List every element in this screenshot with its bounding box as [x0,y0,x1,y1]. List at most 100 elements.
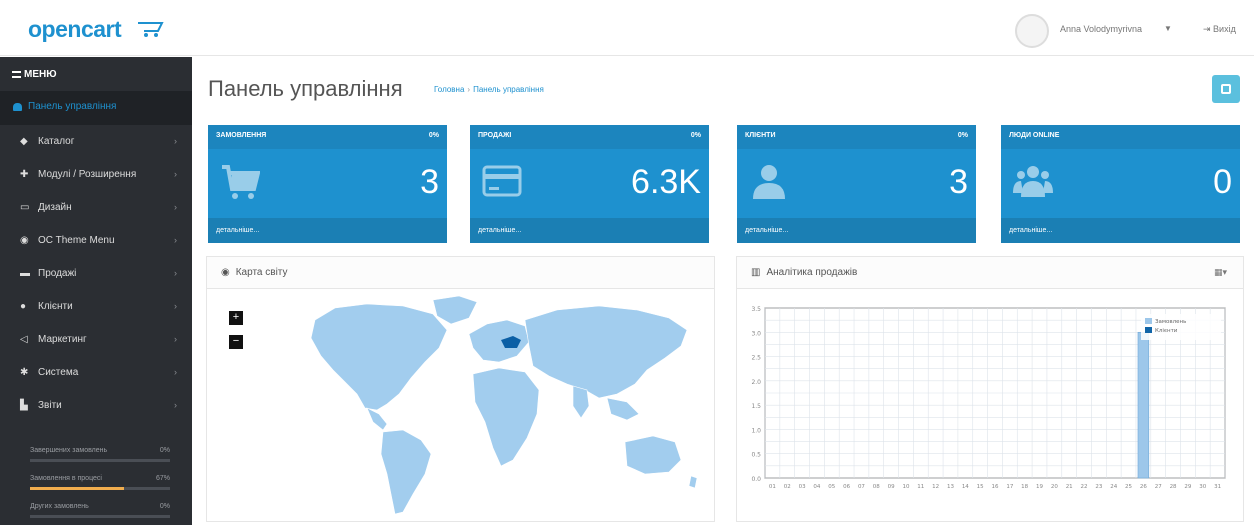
chart-y-tick-label: 2.0 [751,379,761,386]
chart-x-tick-label: 27 [1155,484,1162,490]
calendar-dropdown-icon[interactable]: ▦▾ [1214,267,1227,278]
stat-progress-bar [30,487,170,490]
logout-link[interactable]: ⇥ Вихід [1203,24,1236,35]
tile-percent: 0% [957,132,968,139]
world-map[interactable] [207,290,716,522]
asia-region [524,305,688,399]
sidebar-item-label: Каталог [38,136,75,147]
sidebar-item-8[interactable]: ✱ Система › [0,356,192,389]
user-name[interactable]: Anna Volodymyrivna [1060,24,1142,34]
stat-progress-fill [30,487,124,490]
tile-value: 0 [1213,163,1232,201]
southeast-asia-region [606,397,640,421]
sidebar-item-label: OC Theme Menu [38,235,115,246]
chart-x-tick-label: 24 [1110,484,1117,490]
chart-legend-label: Замовлень [1155,319,1186,325]
sidebar-item-1[interactable]: ◆ Каталог › [0,125,192,158]
logo-cart-icon [138,22,164,37]
chart-x-tick-label: 02 [784,484,791,490]
breadcrumb-current[interactable]: Панель управління [473,85,544,94]
chart-x-tick-label: 11 [917,484,924,490]
users-icon [1013,166,1053,197]
logout-label: Вихід [1213,24,1236,34]
tile-value: 3 [420,163,439,201]
sidebar-item-4[interactable]: ◉ OC Theme Menu › [0,224,192,257]
sidebar-item-dashboard[interactable]: Панель управління [0,91,192,125]
settings-button[interactable] [1212,75,1240,103]
opencart-logo[interactable]: opencart [28,16,122,43]
chart-x-tick-label: 25 [1125,484,1132,490]
chart-panel-title: Аналітика продажів [766,267,858,278]
tile-percent: 0% [428,132,439,139]
user-icon: ● [20,301,27,312]
india-region [572,385,590,419]
chart-legend-label: Клієнти [1155,328,1178,334]
sidebar-item-6[interactable]: ● Клієнти › [0,290,192,323]
tags-icon: ◆ [20,136,28,147]
tile-details-link[interactable]: детальніше... [737,218,976,243]
chart-x-tick-label: 05 [828,484,835,490]
breadcrumb-home[interactable]: Головна [434,85,464,94]
tile-title: ЛЮДИ ONLINE [1009,132,1060,139]
tile-header: ПРОДАЖІ 0% [470,125,709,149]
sidebar-item-2[interactable]: ✚ Модулі / Розширення › [0,158,192,191]
chevron-right-icon: › [174,400,177,410]
south-america-region [380,429,432,515]
chart-legend-swatch [1145,318,1152,324]
sidebar-item-7[interactable]: ◁ Маркетинг › [0,323,192,356]
chevron-right-icon: › [174,301,177,311]
sign-out-icon: ⇥ [1203,24,1214,34]
chart-x-tick-label: 16 [992,484,999,490]
chart-x-tick-label: 28 [1170,484,1177,490]
stat-label: Других замовлень [30,503,89,510]
chart-x-tick-label: 26 [1140,484,1147,490]
menu-bars-icon [12,70,21,78]
tile-details-link[interactable]: детальніше... [208,218,447,243]
user-avatar[interactable] [1015,14,1049,48]
tile-title: КЛІЄНТИ [745,132,776,139]
central-america-region [366,407,388,431]
tile-title: ПРОДАЖІ [478,132,512,139]
sales-chart: 0.0 0.5 1.0 1.5 2.0 2.5 3.0 3.5 01 02 03 04 05 06 07 08… [751,306,1226,490]
chart-x-tick-label: 08 [873,484,880,490]
globe-icon: ◉ [221,267,230,278]
puzzle-icon: ✚ [20,169,29,180]
world-map-panel: ◉ Карта світу + − [206,256,715,522]
sidebar-item-5[interactable]: ▬ Продажі › [0,257,192,290]
circle-icon: ◉ [20,235,29,246]
north-america-region [310,303,448,411]
tile-title: ЗАМОВЛЕННЯ [216,132,267,139]
chart-y-tick-label: 1.0 [751,427,761,434]
australia-region [624,435,682,475]
tile-value: 3 [949,163,968,201]
chevron-right-icon: › [174,202,177,212]
chevron-right-icon: › [174,367,177,377]
stat-percent: 67% [155,475,170,482]
bar-chart-icon: ▥ [751,267,761,278]
settings-icon [1221,84,1231,94]
breadcrumb: Головна › Панель управління [434,85,544,94]
sidebar-item-9[interactable]: ▙ Звіти › [0,389,192,422]
sidebar-item-label: Модулі / Розширення [38,169,137,180]
menu-title: МЕНЮ [0,57,192,91]
dashboard-icon [13,103,22,111]
sidebar-item-label: Продажі [38,268,77,279]
chart-x-tick-label: 30 [1199,484,1206,490]
chart-x-tick-label: 18 [1021,484,1028,490]
sidebar-item-3[interactable]: ▭ Дизайн › [0,191,192,224]
chart-x-tick-label: 06 [843,484,850,490]
chart-x-tick-label: 10 [902,484,909,490]
chart-y-tick-label: 2.5 [751,355,761,362]
map-panel-title: Карта світу [235,267,288,278]
caret-down-icon[interactable]: ▼ [1164,24,1172,33]
tile-details-link[interactable]: детальніше... [1001,218,1240,243]
chart-bar [1137,331,1150,479]
tile-details-link[interactable]: детальніше... [470,218,709,243]
sidebar-item-label: Звіти [38,400,62,411]
stat-row: Замовлення в процесі 67% [24,465,176,493]
sidebar-item-label: Система [38,367,79,378]
chart-x-tick-label: 14 [962,484,969,490]
tile-header: ЗАМОВЛЕННЯ 0% [208,125,447,149]
sidebar-item-label: Маркетинг [38,334,87,345]
chart-legend-swatch [1145,327,1152,333]
